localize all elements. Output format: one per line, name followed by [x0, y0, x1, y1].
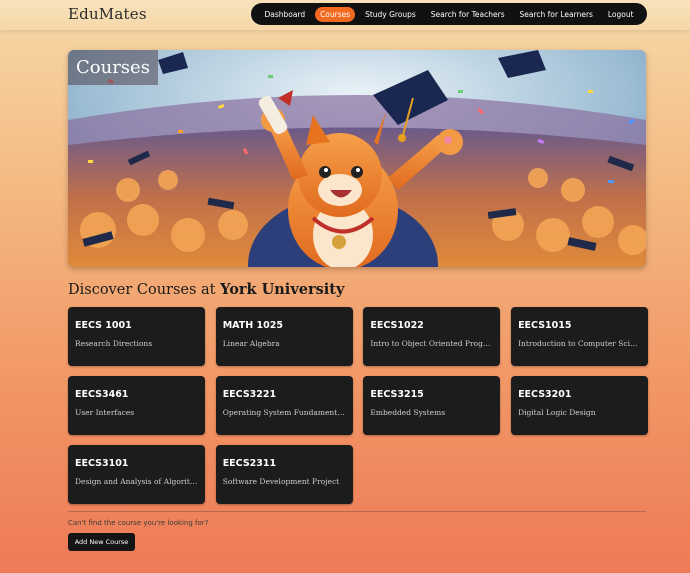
course-code: EECS1022 — [370, 320, 424, 331]
course-code: EECS1015 — [518, 320, 572, 331]
add-course-button[interactable]: Add New Course — [68, 533, 135, 551]
course-card[interactable]: EECS3221 Operating System Fundamentals — [215, 376, 353, 435]
university-name: York University — [220, 281, 345, 298]
hero-banner: Courses — [68, 50, 646, 267]
course-card[interactable]: EECS 1001 Research Directions — [68, 307, 205, 366]
course-name: Design and Analysis of Algorith... — [75, 477, 198, 486]
course-name: Linear Algebra — [222, 339, 280, 348]
brand-logo[interactable]: EduMates — [68, 5, 147, 23]
course-code: EECS3101 — [75, 458, 129, 469]
nav-logout[interactable]: Logout — [603, 7, 639, 22]
course-card[interactable]: EECS3101 Design and Analysis of Algorith… — [68, 445, 205, 504]
course-card[interactable]: EECS1015 Introduction to Computer Scien.… — [511, 307, 649, 366]
nav-search-learners[interactable]: Search for Learners — [515, 7, 598, 22]
course-name: Research Directions — [75, 339, 153, 348]
nav-search-teachers[interactable]: Search for Teachers — [426, 7, 510, 22]
course-code: EECS 1001 — [75, 320, 132, 331]
course-card[interactable]: EECS1022 Intro to Object Oriented Progra… — [363, 307, 501, 366]
course-card[interactable]: EECS3201 Digital Logic Design — [511, 376, 649, 435]
course-name: User Interfaces — [75, 408, 135, 417]
discover-heading: Discover Courses at York University — [68, 281, 344, 298]
course-code: EECS3461 — [75, 389, 129, 400]
course-name: Operating System Fundamentals — [222, 408, 346, 417]
discover-prefix: Discover Courses at — [68, 282, 221, 298]
hero-title: Courses — [68, 50, 158, 85]
course-code: EECS3215 — [370, 389, 424, 400]
nav-study-groups[interactable]: Study Groups — [360, 7, 421, 22]
course-card[interactable]: EECS3215 Embedded Systems — [363, 376, 501, 435]
nav-courses[interactable]: Courses — [315, 6, 356, 22]
section-divider — [68, 511, 646, 512]
course-code: EECS2311 — [222, 458, 277, 469]
cant-find-text: Can't find the course you're looking for… — [68, 519, 209, 527]
course-card[interactable]: EECS2311 Software Development Project — [215, 445, 353, 504]
course-card[interactable]: MATH 1025 Linear Algebra — [215, 307, 353, 366]
main-nav: Dashboard Courses Study Groups Search fo… — [251, 3, 647, 25]
course-name: Embedded Systems — [370, 408, 446, 417]
course-code: EECS3201 — [518, 389, 572, 400]
course-code: EECS3221 — [222, 389, 277, 400]
course-name: Software Development Project — [222, 477, 340, 486]
course-card[interactable]: EECS3461 User Interfaces — [68, 376, 205, 435]
course-grid: EECS 1001 Research Directions MATH 1025 … — [68, 307, 649, 504]
course-code: MATH 1025 — [222, 320, 283, 331]
course-name: Intro to Object Oriented Progra... — [370, 339, 494, 348]
top-bar: EduMates Dashboard Courses Study Groups … — [0, 0, 690, 30]
nav-dashboard[interactable]: Dashboard — [259, 7, 310, 22]
course-name: Introduction to Computer Scien... — [518, 339, 642, 348]
course-name: Digital Logic Design — [518, 408, 596, 417]
